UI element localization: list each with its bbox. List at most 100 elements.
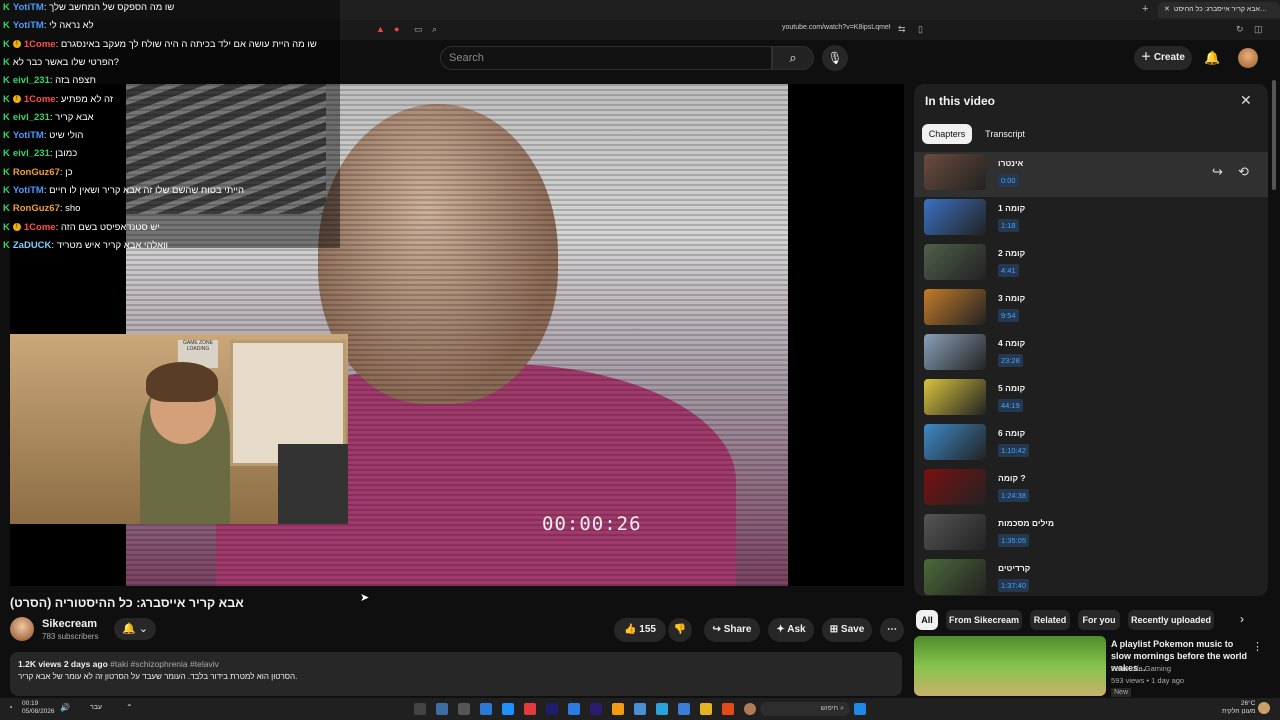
chapter-item[interactable]: קרדיטים 1:37:40 bbox=[914, 557, 1268, 596]
chapter-item[interactable]: מילים מסכמות 1:35:05 bbox=[914, 512, 1268, 557]
tab-transcript[interactable]: Transcript bbox=[980, 124, 1030, 144]
search-box[interactable] bbox=[440, 46, 772, 70]
share-url-icon[interactable]: ⇆ bbox=[898, 24, 906, 35]
save-button[interactable]: ⊞ Save bbox=[822, 618, 872, 642]
chapter-item[interactable]: קומה 5 44:19 bbox=[914, 377, 1268, 422]
chapter-item[interactable]: קומה 3 9:54 bbox=[914, 287, 1268, 332]
chevron-right-icon[interactable]: › bbox=[1240, 612, 1244, 626]
taskbar-app-icon[interactable] bbox=[436, 703, 448, 715]
taskbar-app-icon[interactable] bbox=[722, 703, 734, 715]
chapter-timestamp[interactable]: 4:41 bbox=[998, 264, 1019, 277]
ask-button[interactable]: ✦ Ask bbox=[768, 618, 814, 642]
taskbar-app-icon[interactable] bbox=[546, 703, 558, 715]
taskbar-app-icon[interactable] bbox=[524, 703, 536, 715]
channel-name[interactable]: Sikecream bbox=[42, 618, 97, 630]
chapter-timestamp[interactable]: 23:28 bbox=[998, 354, 1023, 367]
chapter-timestamp[interactable]: 9:54 bbox=[998, 309, 1019, 322]
chip-related[interactable]: Related bbox=[1030, 610, 1070, 630]
chapter-item[interactable]: קומה 4 23:28 bbox=[914, 332, 1268, 377]
chapter-timestamp[interactable]: 1:24:38 bbox=[998, 489, 1030, 502]
search-page-icon[interactable]: ⌕ bbox=[432, 24, 437, 35]
language-indicator[interactable]: עבר bbox=[90, 704, 102, 711]
chapter-timestamp[interactable]: 1:10:42 bbox=[998, 444, 1030, 457]
taskbar-app-icon[interactable] bbox=[700, 703, 712, 715]
reload-icon[interactable]: ↻ bbox=[1236, 24, 1244, 35]
plus-icon: ＋ bbox=[1141, 52, 1154, 63]
like-button[interactable]: 👍 155 bbox=[614, 618, 666, 642]
account-avatar[interactable] bbox=[1238, 48, 1258, 68]
url-text[interactable]: youtube.com/watch?v=K8ipsLqmeI bbox=[782, 24, 891, 31]
voice-search-button[interactable]: 🎙 bbox=[822, 45, 848, 71]
more-actions-button[interactable]: ⋯ bbox=[880, 618, 904, 642]
thumbs-down-icon: 👎 bbox=[673, 624, 687, 635]
share-button[interactable]: ↪ Share bbox=[704, 618, 760, 642]
chapter-item[interactable]: קומה 1 1:18 bbox=[914, 197, 1268, 242]
bookmark-icon[interactable]: ▯ bbox=[918, 24, 923, 35]
chat-message: Keivl_231: תצפה בזה bbox=[3, 74, 96, 88]
hashtags[interactable]: #taki #schizophrenia #telaviv bbox=[110, 659, 219, 669]
taskbar-app-icon[interactable] bbox=[502, 703, 514, 715]
taskbar-app-icon[interactable] bbox=[744, 703, 756, 715]
chapter-item[interactable]: קומה ? 1:24:38 bbox=[914, 467, 1268, 512]
kick-icon: K bbox=[3, 185, 10, 196]
kick-icon: K bbox=[3, 166, 10, 178]
chip-all[interactable]: All bbox=[916, 610, 938, 630]
tray-chevron-icon[interactable]: ⌃ bbox=[126, 703, 133, 712]
chat-username: eivl_231 bbox=[12, 148, 50, 160]
volume-icon[interactable]: 🔊 bbox=[60, 703, 70, 712]
recommended-channel[interactable]: Farm Life Gaming bbox=[1111, 664, 1171, 673]
chip-for-you[interactable]: For you bbox=[1078, 610, 1120, 630]
share-chapter-icon[interactable]: ↪ bbox=[1212, 164, 1223, 180]
chapter-timestamp[interactable]: 1:18 bbox=[998, 219, 1019, 232]
chapter-item[interactable]: קומה 2 4:41 bbox=[914, 242, 1268, 287]
close-tab-icon[interactable]: ✕ bbox=[1164, 6, 1170, 13]
taskbar-app-icon[interactable] bbox=[414, 703, 426, 715]
search-input[interactable] bbox=[441, 47, 757, 69]
tab-chapters[interactable]: Chapters bbox=[922, 124, 972, 144]
thumbs-up-icon: 👍 bbox=[624, 624, 640, 635]
chip-from-channel[interactable]: From Sikecream bbox=[946, 610, 1022, 630]
ask-label: Ask bbox=[787, 624, 806, 635]
page-scrollbar[interactable] bbox=[1272, 80, 1276, 190]
taskbar-app-icon[interactable] bbox=[612, 703, 624, 715]
chapter-timestamp[interactable]: 1:35:05 bbox=[998, 534, 1030, 547]
browser-tab-active[interactable]: ✕ אבא קריר אייסברג: כל ההיסט… bbox=[1158, 2, 1280, 18]
extension-icon[interactable]: ● bbox=[394, 24, 399, 34]
create-button[interactable]: ＋ Create bbox=[1134, 46, 1192, 70]
new-tab-icon[interactable]: + bbox=[1142, 3, 1148, 15]
brave-shield-icon[interactable]: ▲ bbox=[376, 24, 385, 34]
recommended-thumbnail[interactable] bbox=[914, 636, 1106, 696]
windows-start-icon[interactable] bbox=[854, 703, 866, 715]
extensions-icon[interactable]: ◫ bbox=[1254, 24, 1263, 35]
channel-avatar[interactable] bbox=[10, 617, 34, 641]
weather-icon[interactable] bbox=[1258, 702, 1270, 714]
wifi-icon[interactable]: ◔ bbox=[8, 703, 13, 712]
picture-in-picture-icon[interactable]: ▭ bbox=[414, 24, 423, 35]
taskbar-app-icon[interactable] bbox=[590, 703, 602, 715]
loop-chapter-icon[interactable]: ⟲ bbox=[1238, 164, 1249, 180]
chapter-timestamp[interactable]: 44:19 bbox=[998, 399, 1023, 412]
taskbar-app-icon[interactable] bbox=[458, 703, 470, 715]
weather-widget[interactable]: 26°C מעונן חלקית bbox=[1222, 700, 1255, 716]
chapter-timestamp[interactable]: 0:00 bbox=[998, 174, 1019, 187]
taskbar-search[interactable]: חיפוש ⌕ bbox=[760, 702, 850, 716]
taskbar-app-icon[interactable] bbox=[480, 703, 492, 715]
notifications-bell-icon[interactable]: 🔔 bbox=[1204, 50, 1220, 66]
more-vertical-icon[interactable]: ⋮ bbox=[1252, 640, 1263, 653]
subscription-bell-button[interactable]: 🔔 ⌄ bbox=[114, 618, 156, 640]
search-button[interactable]: ⌕ bbox=[772, 46, 814, 70]
kick-icon: K bbox=[3, 20, 10, 32]
chapter-timestamp[interactable]: 1:37:40 bbox=[998, 579, 1030, 592]
taskbar-app-icon[interactable] bbox=[568, 703, 580, 715]
chapter-item[interactable]: קומה 6 1:10:42 bbox=[914, 422, 1268, 467]
video-title: אבא קריר אייסברג: כל ההיסטוריה (הסרט) bbox=[10, 596, 244, 610]
chat-text: זה לא מפתיע bbox=[60, 93, 113, 105]
close-icon[interactable]: ✕ bbox=[1240, 92, 1252, 109]
clock[interactable]: 00:19 05/08/2026 bbox=[22, 700, 55, 716]
taskbar-app-icon[interactable] bbox=[634, 703, 646, 715]
taskbar-app-icon[interactable] bbox=[678, 703, 690, 715]
taskbar-app-icon[interactable] bbox=[656, 703, 668, 715]
chip-recently-uploaded[interactable]: Recently uploaded bbox=[1128, 610, 1214, 630]
kick-icon: K bbox=[3, 38, 10, 50]
dislike-button[interactable]: 👎 bbox=[668, 618, 692, 642]
